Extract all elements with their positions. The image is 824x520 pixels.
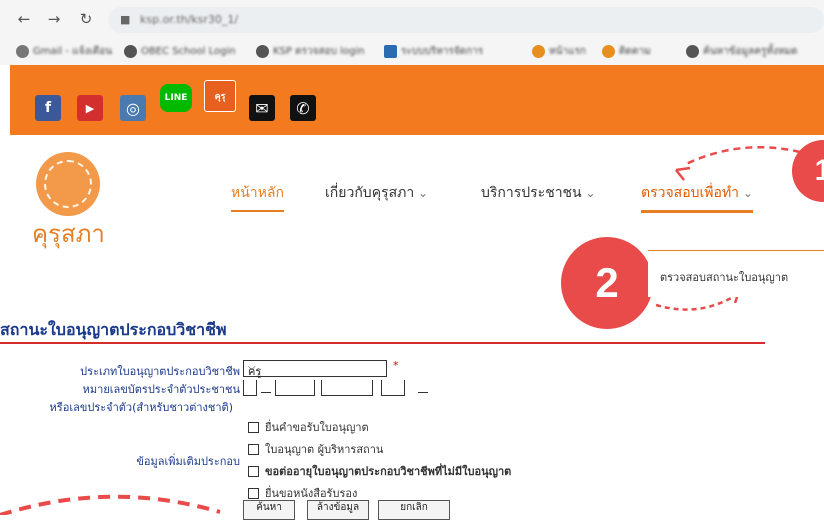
required-marker: *	[393, 359, 399, 372]
option-row[interactable]: ขอต่ออายุใบอนุญาตประกอบวิชาชีพที่ไม่มีใบ…	[248, 462, 511, 480]
option-row[interactable]: ใบอนุญาต ผู้บริหารสถาน	[248, 440, 383, 458]
option-label: ขอต่ออายุใบอนุญาตประกอบวิชาชีพที่ไม่มีใบ…	[265, 465, 512, 478]
license-type-select[interactable]: ครู ⌵	[243, 360, 387, 378]
id-separator	[418, 392, 428, 393]
checkbox[interactable]	[248, 443, 259, 455]
annotation-arrowhead-1	[675, 166, 691, 181]
option-label: ยื่นคำขอรับใบอนุญาต	[265, 421, 369, 434]
checkbox[interactable]	[248, 465, 259, 477]
reset-button[interactable]: ล้างข้อมูล	[307, 500, 369, 520]
checkbox[interactable]	[248, 487, 259, 499]
title-divider	[0, 342, 765, 344]
id-input-segment-2[interactable]	[275, 380, 315, 396]
page-title: สถานะใบอนุญาตประกอบวิชาชีพ	[0, 320, 227, 339]
checkbox[interactable]	[248, 421, 259, 433]
chevron-down-icon: ⌵	[248, 362, 256, 373]
option-label: ใบอนุญาต ผู้บริหารสถาน	[265, 443, 384, 456]
id-input-segment-1[interactable]	[243, 380, 257, 396]
id-label: หมายเลขบัตรประจำตัวประชาชน	[82, 383, 240, 396]
option-row[interactable]: ยื่นคำขอรับใบอนุญาต	[248, 418, 369, 436]
passport-label: หรือเลขประจำตัว(สำหรับชาวต่างชาติ)	[49, 401, 233, 414]
status-label: ข้อมูลเพิ่มเติมประกอบ	[136, 455, 240, 468]
search-button[interactable]: ค้นหา	[243, 500, 295, 520]
dropdown-submenu: ตรวจสอบสถานะใบอนุญาต	[648, 250, 824, 297]
annotation-arrow-3	[0, 494, 221, 515]
cancel-button[interactable]: ยกเลิก	[378, 500, 450, 520]
type-label: ประเภทใบอนุญาตประกอบวิชาชีพ	[80, 365, 240, 378]
annotation-arrow-1	[683, 145, 801, 167]
submenu-item-license-status[interactable]: ตรวจสอบสถานะใบอนุญาต	[660, 268, 788, 286]
id-input-segment-4[interactable]	[381, 380, 405, 396]
annotation-step-2: 2	[561, 237, 653, 329]
id-input-segment-3[interactable]	[321, 380, 373, 396]
id-separator	[261, 392, 271, 393]
